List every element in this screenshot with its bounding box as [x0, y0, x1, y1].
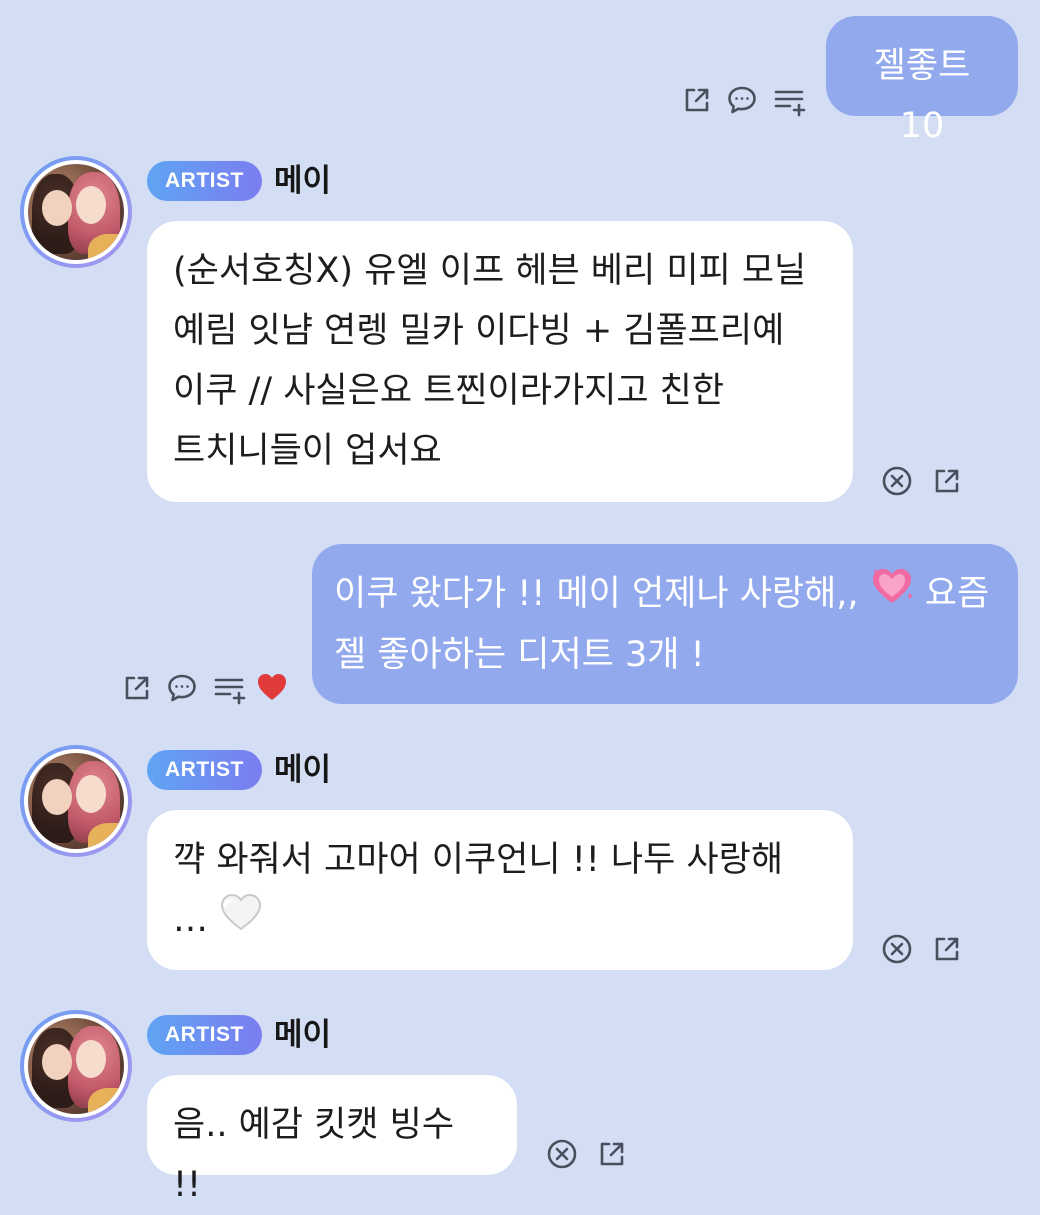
message-text: 음.. 예감 킷캣 빙수 !! — [173, 1105, 455, 1205]
close-circle-icon[interactable] — [545, 1137, 579, 1171]
artist-avatar[interactable] — [20, 156, 132, 268]
close-circle-icon[interactable] — [880, 932, 914, 966]
sender-name[interactable]: 메이 — [274, 1015, 331, 1055]
message-text: 젤좋트 10 — [873, 46, 971, 146]
share-icon[interactable] — [595, 1137, 629, 1171]
share-icon[interactable] — [930, 464, 964, 498]
message-text-part-1: 이쿠 왔다가 !! 메이 언제나 사랑해,, — [334, 574, 870, 614]
share-icon[interactable] — [930, 932, 964, 966]
share-icon[interactable] — [120, 671, 154, 705]
artist-message-bubble[interactable]: (순서호칭X) 유엘 이프 헤븐 베리 미피 모닐 예림 잇냠 연렝 밀카 이다… — [147, 221, 853, 502]
sender-name[interactable]: 메이 — [274, 161, 331, 201]
my-message-bubble[interactable]: 젤좋트 10 — [826, 16, 1018, 146]
message-text: (순서호칭X) 유엘 이프 헤븐 베리 미피 모닐 예림 잇냠 연렝 밀카 이다… — [173, 251, 807, 471]
artist-avatar[interactable] — [20, 1010, 132, 1122]
my-message-bubble[interactable]: 이쿠 왔다가 !! 메이 언제나 사랑해,, 요즘 젤 좋아하는 디저트 3개 … — [312, 544, 1018, 704]
artist-badge: ARTIST — [147, 750, 262, 790]
comment-icon[interactable] — [725, 83, 759, 117]
artist-badge: ARTIST — [147, 1015, 262, 1055]
sender-name[interactable]: 메이 — [274, 750, 331, 790]
avatar-photo — [28, 753, 124, 849]
heart-icon[interactable] — [255, 670, 289, 704]
avatar-photo — [28, 164, 124, 260]
artist-avatar[interactable] — [20, 745, 132, 857]
avatar-photo — [28, 1018, 124, 1114]
add-to-list-icon[interactable] — [212, 672, 246, 706]
artist-message-bubble[interactable]: 음.. 예감 킷캣 빙수 !! — [147, 1075, 517, 1205]
sparkling-heart-emoji — [870, 565, 914, 625]
share-icon[interactable] — [680, 83, 714, 117]
artist-badge: ARTIST — [147, 161, 262, 201]
artist-message-bubble[interactable]: 꺅 와줘서 고마어 이쿠언니 !! 나두 사랑해 … — [147, 810, 853, 970]
close-circle-icon[interactable] — [880, 464, 914, 498]
message-text: 꺅 와줘서 고마어 이쿠언니 !! 나두 사랑해 … — [173, 840, 784, 940]
comment-icon[interactable] — [165, 671, 199, 705]
add-to-list-icon[interactable] — [772, 84, 806, 118]
white-heart-emoji — [219, 891, 263, 951]
